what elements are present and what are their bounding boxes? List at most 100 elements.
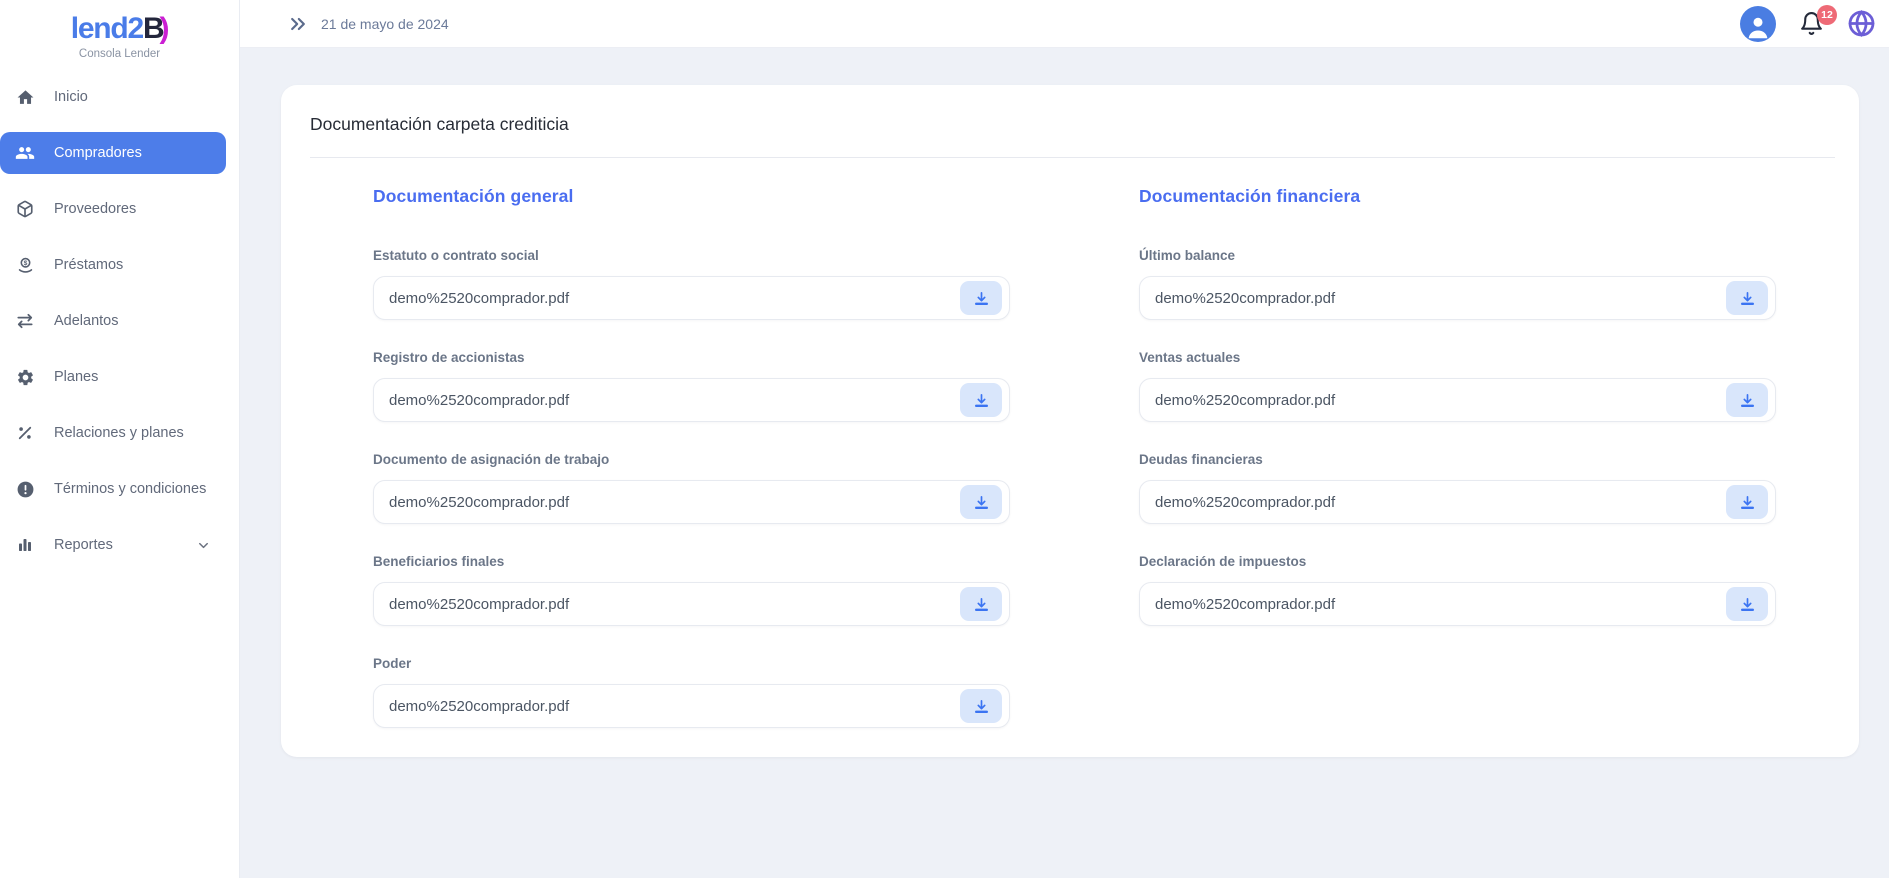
notifications-button[interactable]: 12 bbox=[1799, 11, 1824, 36]
file-name: demo%2520comprador.pdf bbox=[389, 290, 569, 307]
sidebar-item-prestamos[interactable]: $ Préstamos bbox=[0, 244, 226, 286]
user-avatar[interactable] bbox=[1740, 6, 1776, 42]
sidebar-item-compradores[interactable]: Compradores bbox=[0, 132, 226, 174]
field-declaracion-de-impuestos: Declaración de impuestos demo%2520compra… bbox=[1139, 553, 1776, 626]
file-input[interactable]: demo%2520comprador.pdf bbox=[1139, 276, 1776, 320]
file-name: demo%2520comprador.pdf bbox=[1155, 392, 1335, 409]
current-date: 21 de mayo de 2024 bbox=[321, 16, 449, 32]
topbar-actions: 12 bbox=[1740, 6, 1876, 42]
download-button[interactable] bbox=[1726, 383, 1768, 417]
download-icon bbox=[973, 392, 990, 409]
logo-primary-text: lend2 bbox=[71, 12, 143, 45]
sidebar-item-label: Relaciones y planes bbox=[54, 425, 184, 441]
file-input[interactable]: demo%2520comprador.pdf bbox=[373, 378, 1010, 422]
download-button[interactable] bbox=[960, 383, 1002, 417]
sidebar-item-label: Inicio bbox=[54, 89, 88, 105]
sidebar: lend2B) Consola Lender Inicio Compradore… bbox=[0, 0, 240, 878]
field-label: Beneficiarios finales bbox=[373, 553, 1010, 571]
sidebar-item-label: Planes bbox=[54, 369, 98, 385]
globe-icon bbox=[1847, 9, 1876, 38]
field-ventas-actuales: Ventas actuales demo%2520comprador.pdf bbox=[1139, 349, 1776, 422]
download-icon bbox=[1739, 494, 1756, 511]
field-beneficiarios-finales: Beneficiarios finales demo%2520comprador… bbox=[373, 553, 1010, 626]
sidebar-item-label: Compradores bbox=[54, 145, 142, 161]
download-icon bbox=[973, 494, 990, 511]
file-name: demo%2520comprador.pdf bbox=[389, 596, 569, 613]
brand-logo-text: lend2B) bbox=[0, 11, 239, 47]
download-icon bbox=[973, 290, 990, 307]
sidebar-item-reportes[interactable]: Reportes bbox=[0, 524, 226, 566]
section-documentacion-financiera: Documentación financiera Último balance … bbox=[1139, 158, 1776, 728]
bar-chart-icon bbox=[15, 535, 35, 555]
sidebar-item-label: Reportes bbox=[54, 537, 113, 553]
sidebar-nav: Inicio Compradores Proveedores $ Préstam… bbox=[0, 60, 239, 566]
documentation-columns: Documentación general Estatuto o contrat… bbox=[281, 158, 1859, 728]
gear-icon bbox=[15, 367, 35, 387]
user-icon bbox=[1743, 12, 1773, 42]
download-button[interactable] bbox=[1726, 281, 1768, 315]
field-label: Poder bbox=[373, 655, 1010, 673]
download-icon bbox=[1739, 392, 1756, 409]
sidebar-item-inicio[interactable]: Inicio bbox=[0, 76, 226, 118]
file-input[interactable]: demo%2520comprador.pdf bbox=[373, 276, 1010, 320]
page-title: Documentación carpeta crediticia bbox=[281, 85, 1859, 157]
chevron-down-icon[interactable] bbox=[196, 538, 211, 553]
field-label: Estatuto o contrato social bbox=[373, 247, 1010, 265]
percent-icon bbox=[15, 423, 35, 443]
svg-text:$: $ bbox=[23, 260, 27, 267]
field-label: Declaración de impuestos bbox=[1139, 553, 1776, 571]
transfer-arrows-icon bbox=[15, 311, 35, 331]
double-chevron-right-icon[interactable] bbox=[288, 14, 308, 34]
file-input[interactable]: demo%2520comprador.pdf bbox=[1139, 582, 1776, 626]
brand-subtitle: Consola Lender bbox=[0, 48, 239, 60]
field-deudas-financieras: Deudas financieras demo%2520comprador.pd… bbox=[1139, 451, 1776, 524]
download-icon bbox=[973, 596, 990, 613]
coin-icon: $ bbox=[15, 255, 35, 275]
file-input[interactable]: demo%2520comprador.pdf bbox=[1139, 480, 1776, 524]
download-button[interactable] bbox=[1726, 587, 1768, 621]
home-icon bbox=[15, 87, 35, 107]
language-globe-button[interactable] bbox=[1847, 9, 1876, 38]
topbar: 21 de mayo de 2024 12 bbox=[240, 0, 1889, 48]
download-icon bbox=[973, 698, 990, 715]
download-icon bbox=[1739, 596, 1756, 613]
file-name: demo%2520comprador.pdf bbox=[389, 392, 569, 409]
field-estatuto-o-contrato-social: Estatuto o contrato social demo%2520comp… bbox=[373, 247, 1010, 320]
file-name: demo%2520comprador.pdf bbox=[1155, 596, 1335, 613]
section-title: Documentación general bbox=[373, 186, 1010, 207]
download-button[interactable] bbox=[960, 281, 1002, 315]
file-input[interactable]: demo%2520comprador.pdf bbox=[373, 480, 1010, 524]
field-poder: Poder demo%2520comprador.pdf bbox=[373, 655, 1010, 728]
exclamation-circle-icon bbox=[15, 479, 35, 499]
download-button[interactable] bbox=[960, 485, 1002, 519]
sidebar-item-proveedores[interactable]: Proveedores bbox=[0, 188, 226, 230]
documentation-card: Documentación carpeta crediticia Documen… bbox=[281, 85, 1859, 757]
download-button[interactable] bbox=[960, 587, 1002, 621]
field-label: Último balance bbox=[1139, 247, 1776, 265]
field-ultimo-balance: Último balance demo%2520comprador.pdf bbox=[1139, 247, 1776, 320]
logo-accent-mark: ) bbox=[160, 12, 169, 45]
sidebar-item-label: Préstamos bbox=[54, 257, 123, 273]
buyers-people-icon bbox=[15, 143, 35, 163]
download-button[interactable] bbox=[1726, 485, 1768, 519]
field-documento-de-asignacion-de-trabajo: Documento de asignación de trabajo demo%… bbox=[373, 451, 1010, 524]
file-input[interactable]: demo%2520comprador.pdf bbox=[373, 684, 1010, 728]
file-name: demo%2520comprador.pdf bbox=[1155, 290, 1335, 307]
sidebar-item-label: Adelantos bbox=[54, 313, 119, 329]
sidebar-item-adelantos[interactable]: Adelantos bbox=[0, 300, 226, 342]
sidebar-item-planes[interactable]: Planes bbox=[0, 356, 226, 398]
file-input[interactable]: demo%2520comprador.pdf bbox=[1139, 378, 1776, 422]
sidebar-item-terminos-y-condiciones[interactable]: Términos y condiciones bbox=[0, 468, 226, 510]
sidebar-item-label: Términos y condiciones bbox=[54, 481, 206, 497]
download-button[interactable] bbox=[960, 689, 1002, 723]
field-label: Documento de asignación de trabajo bbox=[373, 451, 1010, 469]
file-name: demo%2520comprador.pdf bbox=[389, 494, 569, 511]
brand-logo: lend2B) Consola Lender bbox=[0, 0, 239, 60]
sidebar-item-relaciones-y-planes[interactable]: Relaciones y planes bbox=[0, 412, 226, 454]
notification-badge: 12 bbox=[1817, 5, 1837, 25]
section-documentacion-general: Documentación general Estatuto o contrat… bbox=[373, 158, 1010, 728]
file-input[interactable]: demo%2520comprador.pdf bbox=[373, 582, 1010, 626]
file-name: demo%2520comprador.pdf bbox=[389, 698, 569, 715]
cube-icon bbox=[15, 199, 35, 219]
section-title: Documentación financiera bbox=[1139, 186, 1776, 207]
